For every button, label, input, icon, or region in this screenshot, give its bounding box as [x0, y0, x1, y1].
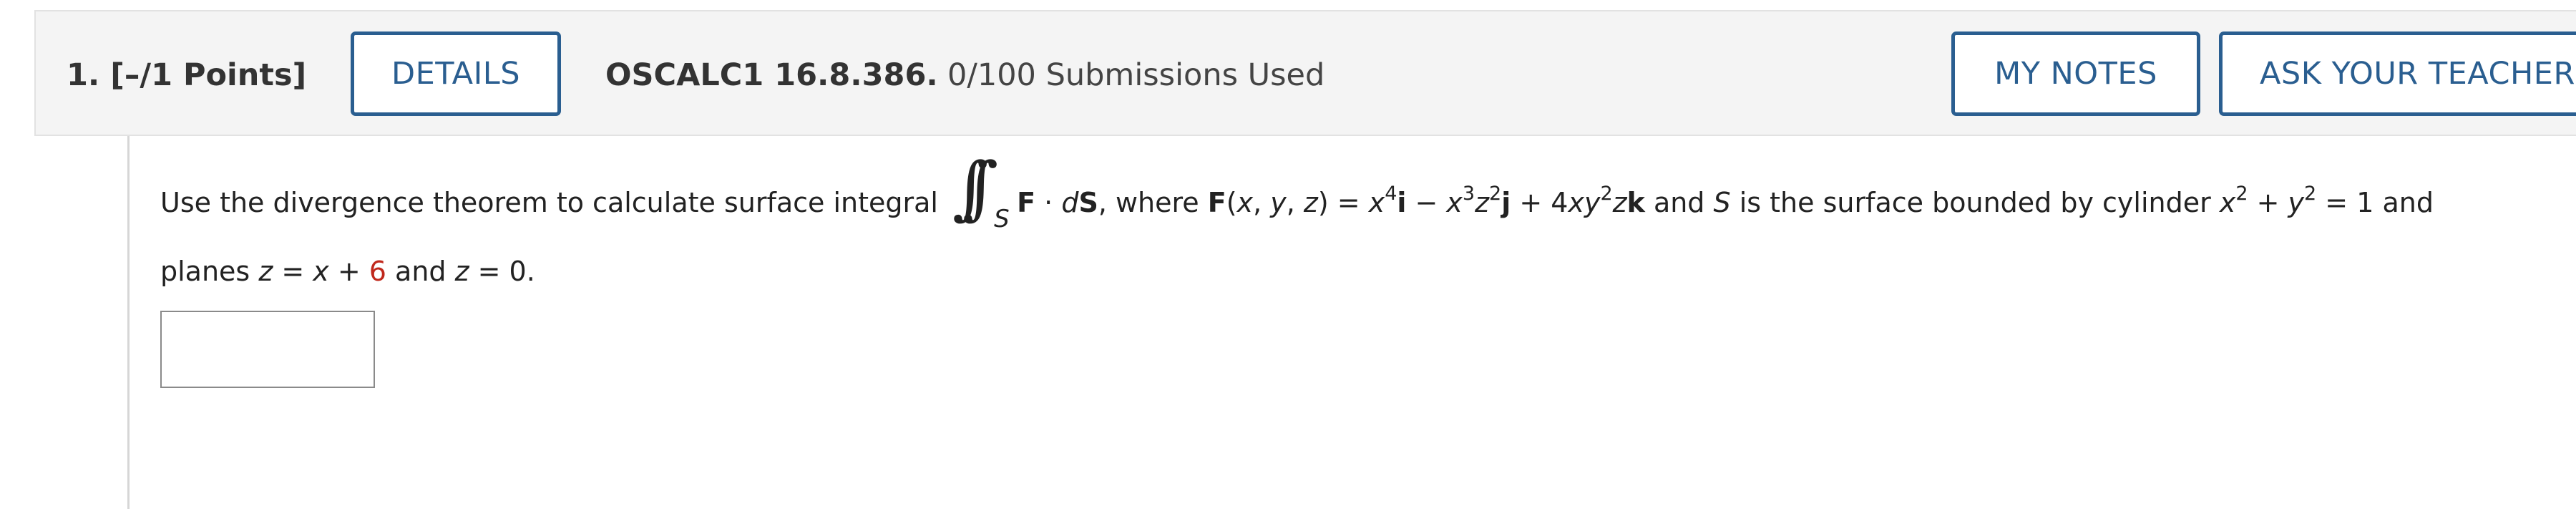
equals-sign: = [273, 256, 313, 287]
var-z: z [1303, 187, 1318, 218]
content-divider [127, 136, 130, 509]
differential-d: d [1061, 187, 1079, 218]
answer-input[interactable] [160, 311, 375, 388]
term3-xy: xy [1568, 187, 1601, 218]
planes-text: planes [160, 256, 259, 287]
dot-operator: · [1035, 187, 1062, 218]
surface-description: is the surface bounded by cylinder [1730, 187, 2220, 218]
paren-open: ( [1226, 187, 1237, 218]
term2-z-exponent: 2 [1489, 183, 1502, 205]
paren-close-equals: ) = [1317, 187, 1369, 218]
problem-statement-line-1: Use the divergence theorem to calculate … [160, 147, 2434, 233]
plus-sign: + [328, 256, 369, 287]
ask-your-teacher-button[interactable]: ASK YOUR TEACHER [2219, 31, 2576, 116]
problem-intro: Use the divergence theorem to calculate … [160, 187, 938, 218]
term2-x: x [1446, 187, 1463, 218]
question-number: 1. [–/1 Points] [67, 57, 306, 93]
question-code: OSCALC1 16.8.386. [605, 57, 938, 93]
term3-z: z [1612, 187, 1627, 218]
plane1-x: x [313, 256, 329, 287]
details-button[interactable]: DETAILS [351, 31, 561, 116]
comma: , [1286, 187, 1304, 218]
cylinder-equals: = 1 and [2316, 187, 2434, 218]
minus-sign: − [1406, 187, 1447, 218]
points-label: [–/1 Points] [110, 57, 307, 93]
vector-field-F-def: F [1207, 187, 1226, 218]
double-integral-symbol: ∫∫ S [952, 147, 1010, 233]
var-y: y [1270, 187, 1287, 218]
comma: , [1253, 187, 1271, 218]
cylinder-y: y [2288, 187, 2305, 218]
and-text: and [386, 256, 455, 287]
my-notes-button[interactable]: MY NOTES [1951, 31, 2200, 116]
cylinder-y-exponent: 2 [2304, 183, 2317, 205]
term1-x: x [1368, 187, 1385, 218]
unit-vector-i: i [1397, 187, 1407, 218]
cylinder-x: x [2219, 187, 2236, 218]
question-number-label: 1. [67, 57, 100, 93]
var-x: x [1236, 187, 1254, 218]
plus-coefficient: + 4 [1511, 187, 1568, 218]
surface-vector-S: S [1078, 187, 1098, 218]
term2-x-exponent: 3 [1462, 183, 1475, 205]
cylinder-x-exponent: 2 [2235, 183, 2248, 205]
surface-S: S [1713, 187, 1731, 218]
term2-z: z [1475, 187, 1490, 218]
plus-sign: + [2248, 187, 2288, 218]
unit-vector-k: k [1626, 187, 1645, 218]
randomized-number: 6 [369, 256, 386, 287]
where-text: , where [1098, 187, 1208, 218]
plane2-equals: = 0. [469, 256, 535, 287]
problem-statement-line-2: planes z = x + 6 and z = 0. [160, 256, 535, 287]
term3-exponent: 2 [1600, 183, 1613, 205]
term1-exponent: 4 [1385, 183, 1397, 205]
integral-subscript: S [994, 205, 1010, 233]
plane2-z: z [454, 256, 469, 287]
unit-vector-j: j [1501, 187, 1511, 218]
and-text: and [1644, 187, 1714, 218]
plane1-z: z [258, 256, 273, 287]
vector-field-F: F [1017, 187, 1036, 218]
submissions-used: 0/100 Submissions Used [947, 57, 1325, 93]
